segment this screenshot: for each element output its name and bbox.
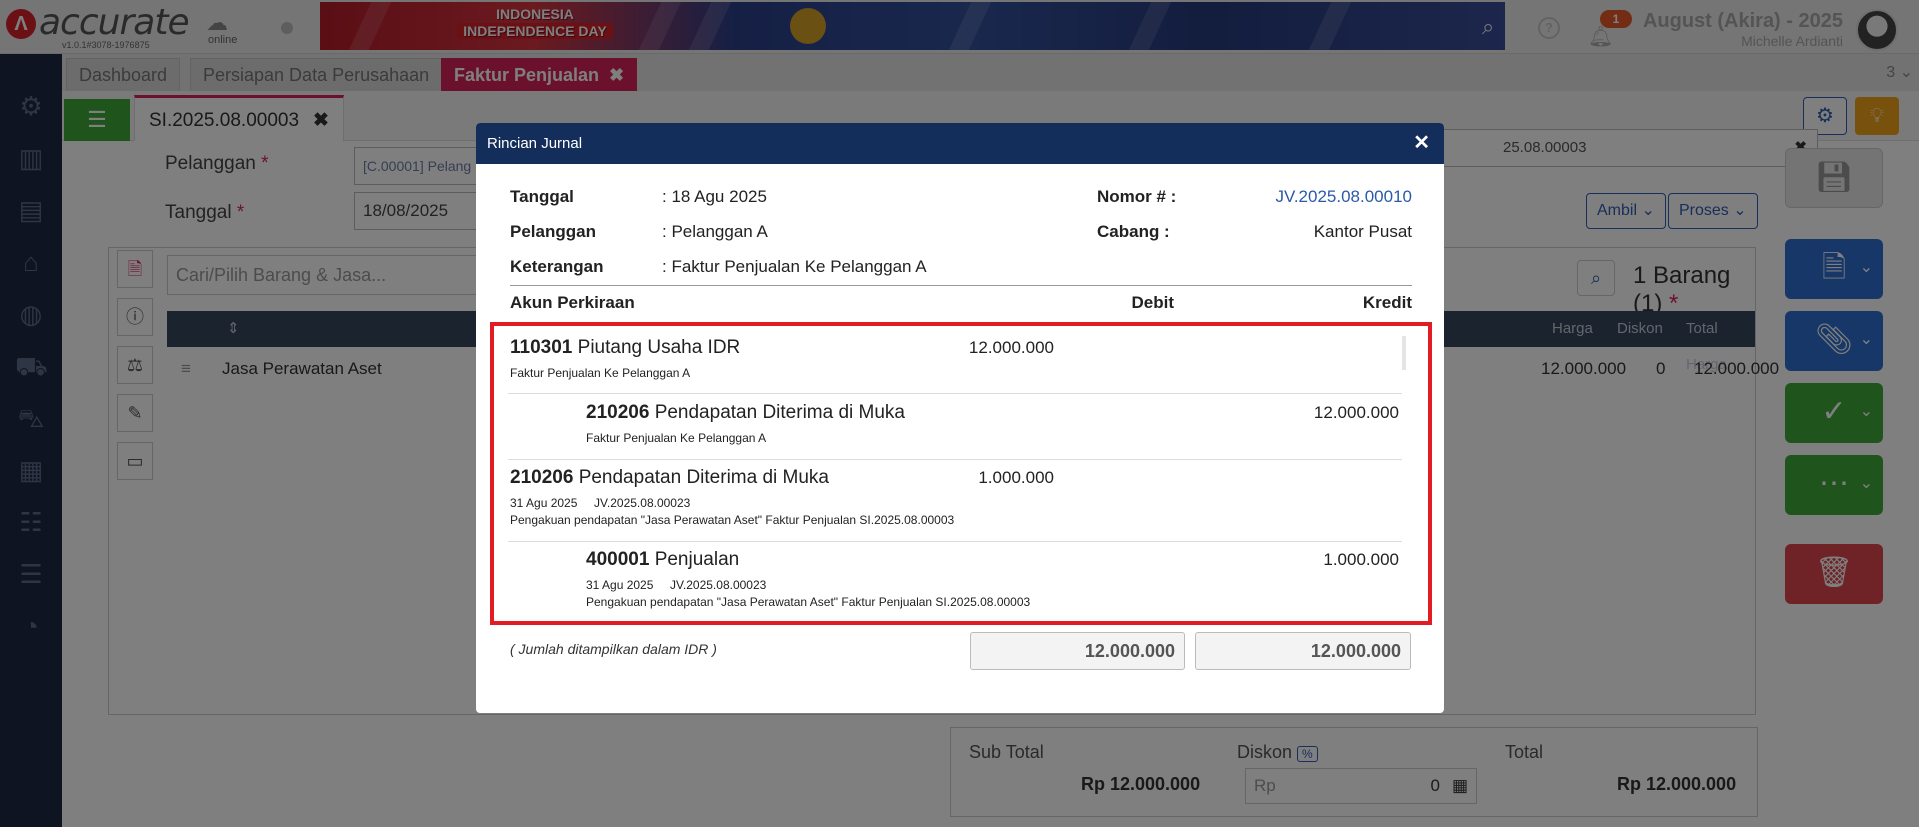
entry-note: Pengakuan pendapatan "Jasa Perawatan Ase… (510, 513, 955, 527)
journal-entry: 400001 Penjualan 31 Agu 2025 JV.2025.08.… (508, 542, 1402, 622)
close-icon[interactable]: ✕ (1413, 123, 1430, 164)
divider (510, 285, 1412, 286)
account: 400001 Penjualan (586, 549, 740, 570)
entry-ref-link[interactable]: JV.2025.08.00023 (594, 496, 690, 510)
entry-note: Pengakuan pendapatan "Jasa Perawatan Ase… (586, 595, 1031, 609)
journal-detail-modal: Rincian Jurnal ✕ Tanggal : 18 Agu 2025 P… (476, 123, 1444, 713)
cabang-label: Cabang : (1097, 222, 1170, 241)
journal-entry: 210206 Pendapatan Diterima di Muka Faktu… (508, 394, 1402, 460)
debit-amount: 1.000.000 (978, 468, 1054, 487)
nomor-label: Nomor # : (1097, 187, 1177, 206)
currency-note: ( Jumlah ditampilkan dalam IDR ) (510, 641, 717, 657)
modal-header: Rincian Jurnal ✕ (476, 123, 1444, 164)
tanggal-value: : 18 Agu 2025 (662, 187, 767, 206)
journal-entry: 210206 Pendapatan Diterima di Muka 31 Ag… (508, 460, 1402, 542)
credit-amount: 1.000.000 (1323, 550, 1399, 569)
account: 210206 Pendapatan Diterima di Muka (586, 402, 905, 423)
pelanggan-value: : Pelanggan A (662, 222, 768, 241)
credit-amount: 12.000.000 (1313, 403, 1399, 422)
tanggal-label: Tanggal (510, 187, 574, 206)
col-akun-perkiraan: Akun Perkiraan (510, 293, 635, 312)
cabang-value: Kantor Pusat (1313, 222, 1412, 241)
entry-note: Faktur Penjualan Ke Pelanggan A (510, 366, 691, 380)
journal-entry: 110301 Piutang Usaha IDR Faktur Penjuala… (508, 326, 1402, 394)
col-kredit: Kredit (1362, 293, 1412, 312)
pelanggan-label: Pelanggan (510, 222, 596, 241)
account: 110301 Piutang Usaha IDR (510, 337, 741, 358)
modal-title: Rincian Jurnal (487, 135, 583, 152)
col-debit: Debit (1131, 293, 1175, 312)
journal-entries-list: 110301 Piutang Usaha IDR Faktur Penjuala… (490, 322, 1432, 625)
total-debit-field: 12.000.000 (970, 632, 1185, 670)
entry-date: 31 Agu 2025 (510, 496, 578, 510)
keterangan-value: : Faktur Penjualan Ke Pelanggan A (662, 257, 927, 276)
debit-amount: 12.000.000 (968, 338, 1054, 357)
nomor-link[interactable]: JV.2025.08.00010 (1276, 187, 1412, 207)
entry-ref-link[interactable]: JV.2025.08.00023 (670, 578, 766, 592)
entry-note: Faktur Penjualan Ke Pelanggan A (586, 431, 767, 445)
keterangan-label: Keterangan (510, 257, 604, 276)
total-credit-field: 12.000.000 (1195, 632, 1411, 670)
entry-date: 31 Agu 2025 (586, 578, 654, 592)
account: 210206 Pendapatan Diterima di Muka (510, 467, 829, 488)
scrollbar[interactable] (1402, 336, 1406, 370)
